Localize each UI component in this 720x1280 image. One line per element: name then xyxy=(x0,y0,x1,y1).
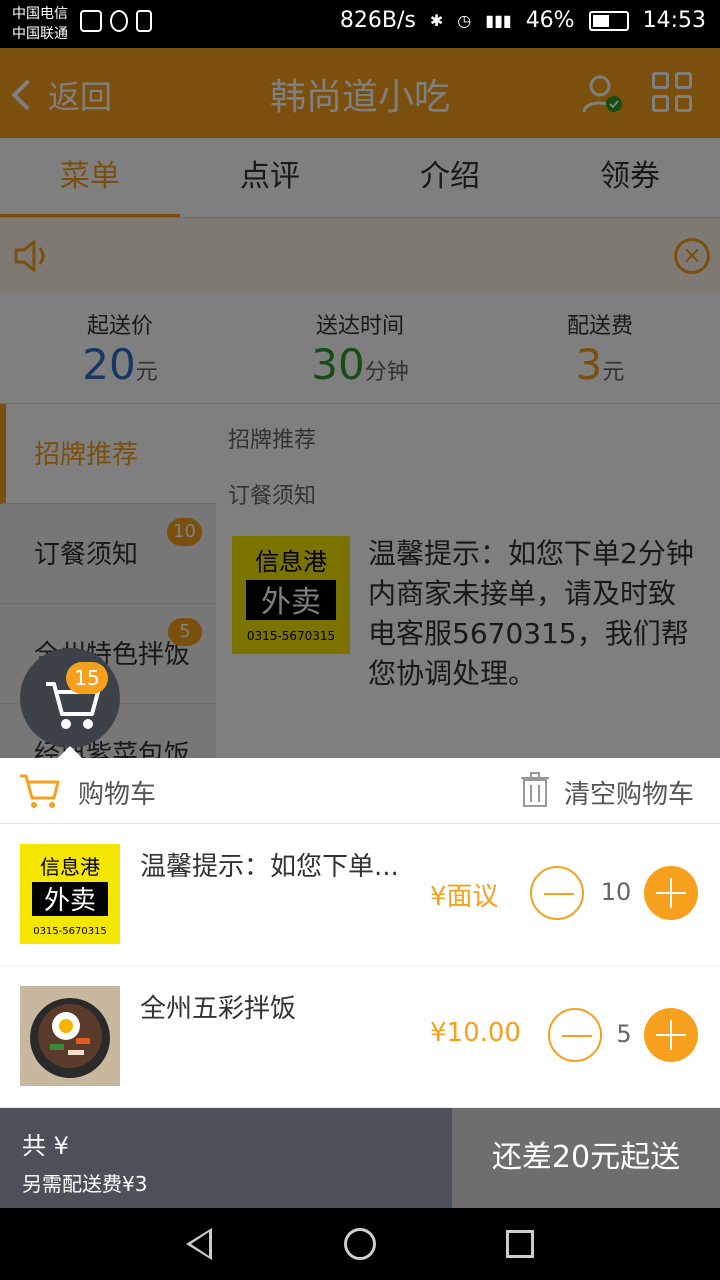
cart-title: 购物车 xyxy=(78,780,157,810)
signal-icon: ▮▮▮ xyxy=(485,11,512,30)
svg-text:信息港: 信息港 xyxy=(40,855,100,879)
trash-icon[interactable] xyxy=(520,772,550,808)
item-image xyxy=(20,986,120,1086)
svg-text:外卖: 外卖 xyxy=(44,886,96,916)
cart-item: 信息港 外卖 0315-5670315 温馨提示：如您下单... ¥面议 10 xyxy=(0,824,720,966)
clear-cart-button[interactable]: 清空购物车 xyxy=(564,774,694,811)
cart-summary: 共 ¥ 另需配送费¥3 xyxy=(0,1108,452,1208)
network-speed: 826B/s xyxy=(339,8,416,33)
item-price: ¥面议 xyxy=(430,882,499,912)
system-nav-bar xyxy=(0,1208,720,1280)
watch-icon xyxy=(110,10,128,32)
checkout-button[interactable]: 还差20元起送 xyxy=(452,1108,720,1208)
nav-recents-icon[interactable] xyxy=(506,1230,534,1258)
item-price: ¥10.00 xyxy=(430,1018,521,1048)
total-price: 共 ¥ xyxy=(22,1132,69,1160)
alert-icon xyxy=(136,10,152,32)
nav-home-icon[interactable] xyxy=(344,1228,376,1260)
item-name: 温馨提示：如您下单... xyxy=(140,852,399,882)
increase-button[interactable] xyxy=(644,1008,698,1062)
decrease-button[interactable] xyxy=(530,866,584,920)
cart-icon xyxy=(20,774,60,808)
item-image: 信息港 外卖 0315-5670315 xyxy=(20,844,120,944)
alarm-icon: ◷ xyxy=(457,11,472,30)
cart-header: 购物车 清空购物车 xyxy=(0,758,720,824)
panel-pointer xyxy=(58,746,82,758)
carrier-1: 中国电信 xyxy=(12,6,68,22)
delivery-fee-note: 另需配送费¥3 xyxy=(22,1172,148,1196)
cart-icon xyxy=(46,682,100,729)
clock: 14:53 xyxy=(642,8,706,33)
cart-count-badge: 15 xyxy=(66,662,108,694)
nav-back-icon-inner xyxy=(191,1232,209,1256)
item-quantity: 10 xyxy=(600,878,632,906)
decrease-button[interactable] xyxy=(548,1008,602,1062)
increase-button[interactable] xyxy=(644,866,698,920)
svg-text:0315-5670315: 0315-5670315 xyxy=(33,926,107,937)
carrier-info: 中国电信 中国联通 xyxy=(12,4,68,44)
status-bar: 中国电信 中国联通 826B/s ✱ ◷ ▮▮▮ 46% 14:53 xyxy=(0,0,720,48)
item-quantity: 5 xyxy=(616,1020,632,1048)
cart-item: 全州五彩拌饭 ¥10.00 5 xyxy=(0,966,720,1108)
battery-percent: 46% xyxy=(525,8,575,33)
bluetooth-icon: ✱ xyxy=(429,11,444,30)
battery-icon xyxy=(588,10,629,31)
carrier-2: 中国联通 xyxy=(12,26,68,42)
floating-cart-button[interactable] xyxy=(20,648,120,748)
notification-icon xyxy=(80,10,102,32)
item-name: 全州五彩拌饭 xyxy=(140,994,297,1024)
notification-icons xyxy=(80,10,152,32)
cart-panel: 购物车 清空购物车 信息港 外卖 0315-5670315 温馨提示：如您下单.… xyxy=(0,758,720,1108)
